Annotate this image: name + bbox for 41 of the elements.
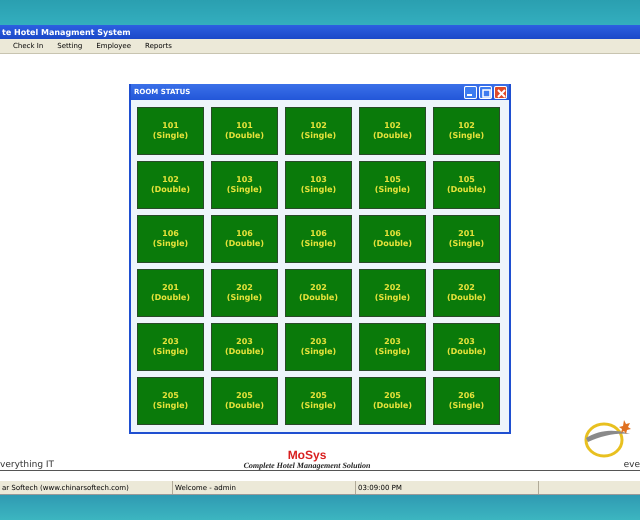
room-tile[interactable]: 203 (Single) [285, 323, 352, 371]
room-tile[interactable]: 102 (Single) [285, 107, 352, 155]
room-tile[interactable]: 205 (Double) [211, 377, 278, 425]
tagline: Complete Hotel Management Solution [244, 461, 370, 470]
slogan: eve [624, 460, 640, 470]
room-tile[interactable]: 203 (Double) [433, 323, 500, 371]
window-title: te Hotel Managment System [1, 28, 131, 36]
room-tile[interactable]: 101 (Single) [137, 107, 204, 155]
slogan: verything IT [0, 460, 54, 470]
close-button[interactable] [494, 86, 507, 98]
room-tile[interactable]: 103 (Single) [211, 161, 278, 209]
minimize-button[interactable] [464, 86, 477, 98]
room-tile[interactable]: 202 (Single) [359, 269, 426, 317]
logo-text: MoSys [288, 449, 326, 461]
room-tile[interactable]: 205 (Double) [359, 377, 426, 425]
room-tile[interactable]: 105 (Single) [359, 161, 426, 209]
room-tile[interactable]: 106 (Double) [211, 215, 278, 263]
room-tile[interactable]: 106 (Double) [359, 215, 426, 263]
room-tile[interactable]: 202 (Single) [211, 269, 278, 317]
maximize-icon [480, 86, 491, 98]
room-tile[interactable]: 205 (Single) [285, 377, 352, 425]
room-tile[interactable]: 103 (Single) [285, 161, 352, 209]
room-tile[interactable]: 102 (Single) [433, 107, 500, 155]
room-tile[interactable]: 106 (Single) [137, 215, 204, 263]
room-tile[interactable]: 203 (Single) [359, 323, 426, 371]
room-tile[interactable]: 106 (Single) [285, 215, 352, 263]
close-icon [495, 86, 506, 98]
room-tile[interactable]: 203 (Single) [137, 323, 204, 371]
room-tile[interactable]: 101 (Double) [211, 107, 278, 155]
room-tile[interactable]: 202 (Double) [285, 269, 352, 317]
room-tile[interactable]: 201 (Double) [137, 269, 204, 317]
room-tile[interactable]: 202 (Double) [433, 269, 500, 317]
room-tile[interactable]: 205 (Single) [137, 377, 204, 425]
minimize-icon [467, 94, 472, 96]
room-tile[interactable]: 102 (Double) [359, 107, 426, 155]
maximize-button[interactable] [479, 86, 492, 98]
room-tile[interactable]: 102 (Double) [137, 161, 204, 209]
room-tile[interactable]: 203 (Double) [211, 323, 278, 371]
room-tile[interactable]: 105 (Double) [433, 161, 500, 209]
room-tile[interactable]: 206 (Single) [433, 377, 500, 425]
room-tile[interactable]: 201 (Single) [433, 215, 500, 263]
